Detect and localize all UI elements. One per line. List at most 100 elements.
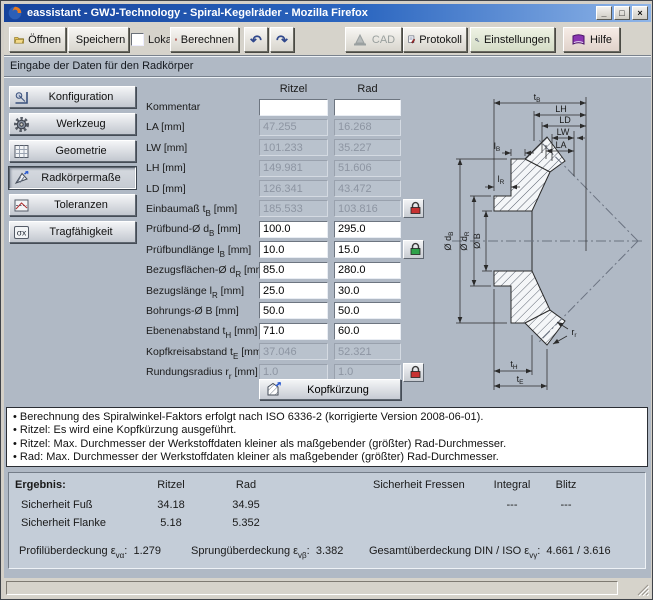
form-row: Ebenenabstand tH [mm] <box>146 321 436 341</box>
form-row: Einbaumaß tB [mm] <box>146 199 436 219</box>
rad-input <box>334 160 401 177</box>
lock-button[interactable] <box>403 199 424 218</box>
settings-button[interactable]: Einstellungen <box>470 27 555 52</box>
calculator-icon <box>175 32 177 47</box>
form-row: Bezugslänge lR [mm] <box>146 281 436 301</box>
messages: • Berechnung des Spiralwinkel-Faktors er… <box>13 411 641 465</box>
window-controls: _ □ × <box>596 6 648 20</box>
close-button[interactable]: × <box>632 6 648 20</box>
rad-input <box>334 180 401 197</box>
rad-input[interactable] <box>334 99 401 116</box>
field-label: Prüfbundlänge lB [mm] <box>146 244 251 258</box>
ritzel-input[interactable] <box>259 302 328 319</box>
field-label: Bohrungs-Ø B [mm] <box>146 305 239 319</box>
separator <box>4 55 651 57</box>
form-row: Prüfbund-Ø dB [mm] <box>146 219 436 239</box>
title-bar: eassistant - GWJ-Technology - Spiral-Keg… <box>4 4 651 22</box>
sidebar-item-konfiguration[interactable]: Konfiguration <box>9 86 136 108</box>
toolbar: Öffnen Speichern Lokal <box>4 22 651 56</box>
column-header-ritzel: Ritzel <box>259 83 328 95</box>
open-button[interactable]: Öffnen <box>9 27 66 52</box>
undo-button[interactable]: ↶ <box>244 27 268 52</box>
ritzel-input <box>259 139 328 156</box>
local-checkbox-group: Lokal <box>131 27 174 52</box>
application-window: eassistant - GWJ-Technology - Spiral-Keg… <box>0 0 653 600</box>
save-button[interactable]: Speichern <box>68 27 129 52</box>
tolerance-chart-icon <box>13 197 30 214</box>
lock-icon <box>409 242 422 256</box>
bevel-gear-icon <box>13 170 30 187</box>
field-label: Einbaumaß tB [mm] <box>146 203 237 217</box>
column-header-rad: Rad <box>334 83 401 95</box>
help-book-icon <box>571 33 586 46</box>
kopfkuerzung-button[interactable]: Kopfkürzung <box>259 379 401 400</box>
sigma-icon: σx <box>13 224 30 241</box>
firefox-icon <box>8 6 22 20</box>
rad-input[interactable] <box>334 241 401 258</box>
protocol-button[interactable]: Protokoll <box>403 27 467 52</box>
rad-input[interactable] <box>334 221 401 238</box>
results-title: Ergebnis: <box>15 479 66 491</box>
results-col-blitz: Blitz <box>526 479 606 491</box>
field-label: LD [mm] <box>146 183 186 197</box>
form-row: LD [mm] <box>146 179 436 199</box>
ritzel-input[interactable] <box>259 262 328 279</box>
rad-input <box>334 139 401 156</box>
lock-button[interactable] <box>403 240 424 259</box>
ritzel-input <box>259 119 328 136</box>
kopfkuerzung-icon <box>266 381 282 398</box>
ritzel-input[interactable] <box>259 99 328 116</box>
window-title: eassistant - GWJ-Technology - Spiral-Keg… <box>27 7 368 19</box>
separator <box>4 76 651 78</box>
sidebar-item-tragfaehigkeit[interactable]: σx Tragfähigkeit <box>9 221 136 243</box>
maximize-button[interactable]: □ <box>614 6 630 20</box>
form-row: Kommentar <box>146 97 436 117</box>
form-row: Bohrungs-Ø B [mm] <box>146 301 436 321</box>
field-label: Rundungsradius rr [mm] <box>146 366 258 380</box>
open-folder-icon <box>14 33 24 47</box>
status-field <box>6 581 618 595</box>
rad-input[interactable] <box>334 282 401 299</box>
ritzel-input <box>259 160 328 177</box>
wrench-icon <box>475 33 480 47</box>
sprung-ueberdeckung: Sprungüberdeckung εvβ: 3.382 <box>191 545 343 559</box>
help-button[interactable]: Hilfe <box>563 27 620 52</box>
dim-label-tB: tB <box>534 92 541 104</box>
minimize-button[interactable]: _ <box>596 6 612 20</box>
resize-grip[interactable] <box>636 583 649 596</box>
ritzel-input <box>259 180 328 197</box>
calculate-button[interactable]: Berechnen <box>170 27 239 52</box>
lock-button[interactable] <box>403 363 424 382</box>
gear-icon <box>13 116 30 133</box>
rad-input[interactable] <box>334 323 401 340</box>
ritzel-input[interactable] <box>259 241 328 258</box>
ritzel-input[interactable] <box>259 323 328 340</box>
results-col-ritzel: Ritzel <box>131 479 211 491</box>
dim-label-LA: LA <box>555 140 566 150</box>
rad-input[interactable] <box>334 262 401 279</box>
rad-input[interactable] <box>334 302 401 319</box>
dim-label-rr: rr <box>571 327 577 339</box>
sidebar-item-geometrie[interactable]: Geometrie <box>9 140 136 162</box>
field-label: LW [mm] <box>146 142 187 156</box>
rad-input <box>334 119 401 136</box>
sidebar-item-toleranzen[interactable]: Toleranzen <box>9 194 136 216</box>
grid-icon <box>13 143 30 160</box>
local-checkbox[interactable] <box>131 33 144 46</box>
gear-diagram: tB LH LD LW LA lB lR Ø dB Ø dR Ø B tH tE… <box>434 81 650 399</box>
field-label: LH [mm] <box>146 162 186 176</box>
cad-stamp-icon <box>352 33 368 46</box>
ritzel-input[interactable] <box>259 282 328 299</box>
sidebar-item-radkoerpermasse[interactable]: Radkörpermaße <box>9 167 136 189</box>
rad-input <box>334 200 401 217</box>
profil-ueberdeckung: Profilüberdeckung εvα: 1.279 <box>19 545 161 559</box>
dim-label-tH: tH <box>510 359 518 371</box>
sidebar-item-werkzeug[interactable]: Werkzeug <box>9 113 136 135</box>
rad-input <box>334 343 401 360</box>
form-row: Kopfkreisabstand tE [mm] <box>146 342 436 362</box>
dim-label-LD: LD <box>559 115 571 125</box>
status-bar <box>4 578 651 598</box>
redo-button[interactable]: ↷ <box>270 27 294 52</box>
ritzel-input[interactable] <box>259 221 328 238</box>
dim-label-tE: tE <box>517 374 525 386</box>
